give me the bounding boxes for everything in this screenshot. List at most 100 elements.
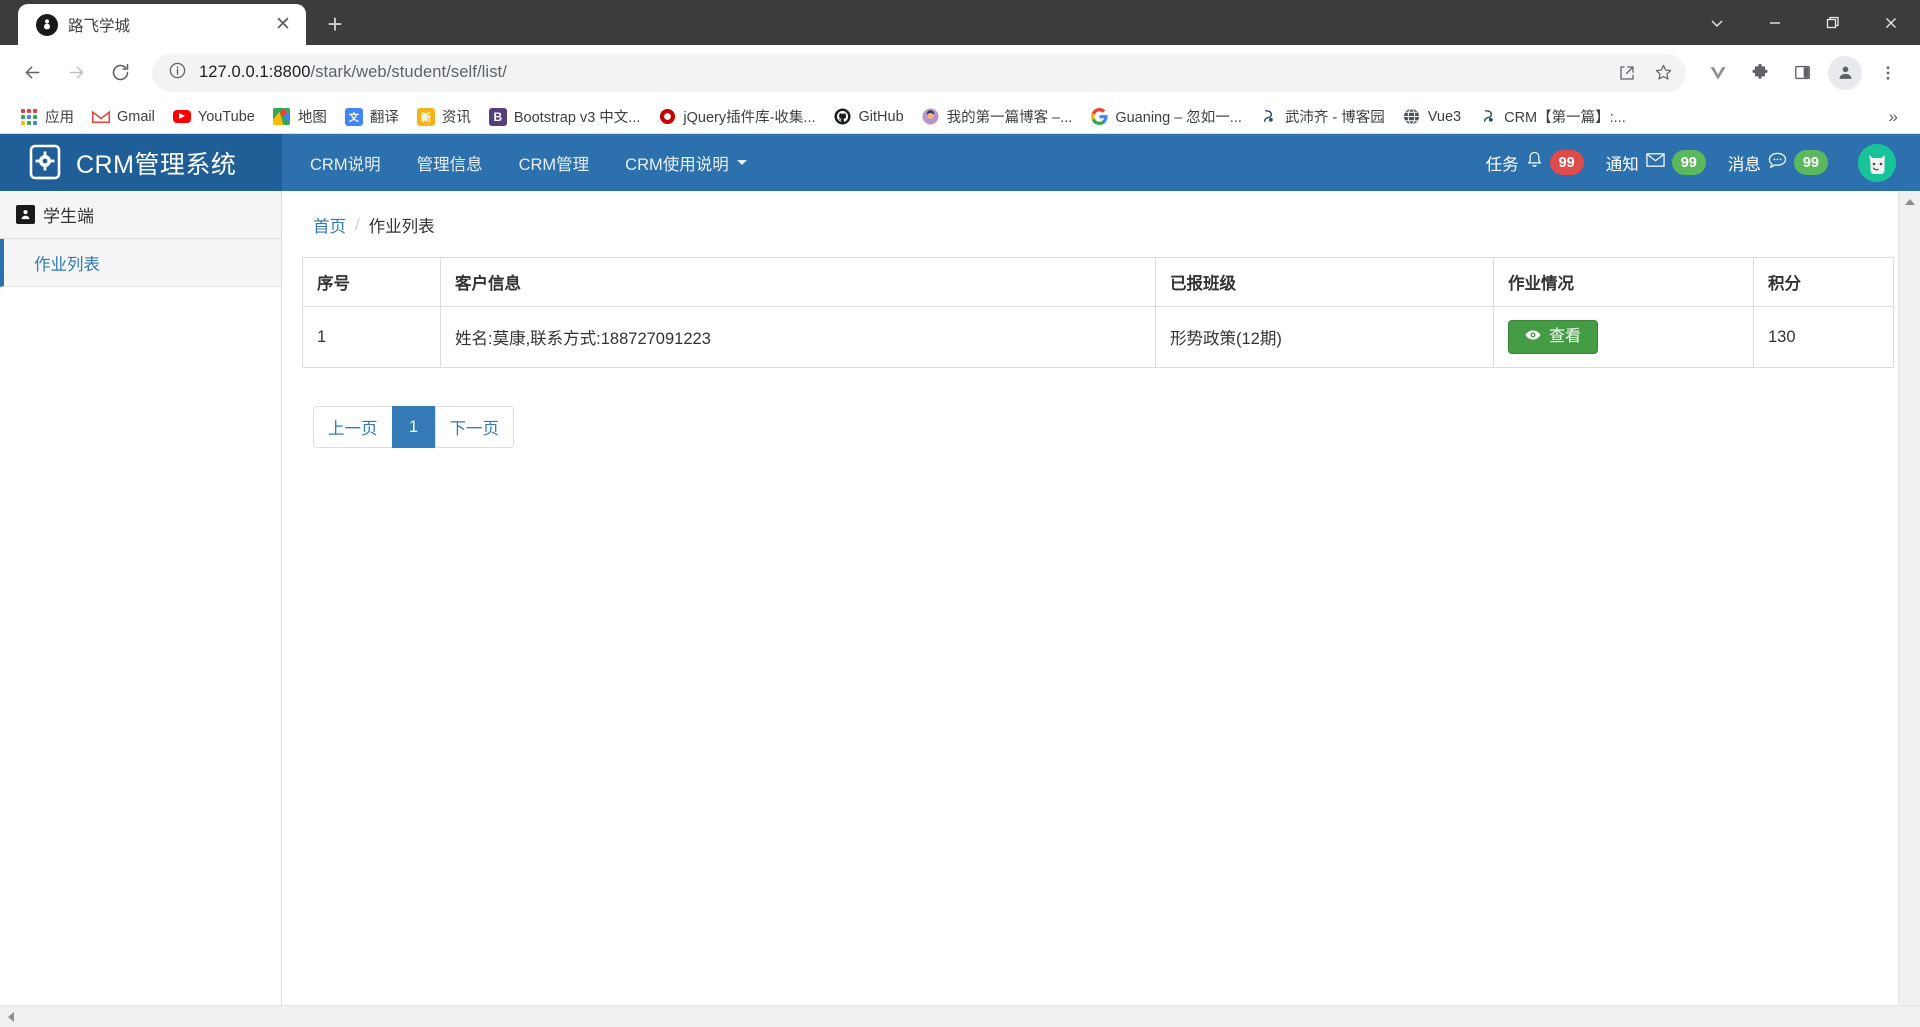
side-panel-icon[interactable] xyxy=(1782,53,1822,93)
bookmark-crm-article[interactable]: CRM【第一篇】:... xyxy=(1471,102,1634,131)
star-icon[interactable] xyxy=(1646,56,1680,90)
address-bar[interactable]: 127.0.0.1:8800/stark/web/student/self/li… xyxy=(152,53,1686,92)
brand-title: CRM管理系统 xyxy=(76,150,237,179)
bookmark-label: Gmail xyxy=(117,108,155,125)
nav-link-guanli-xinxi[interactable]: 管理信息 xyxy=(399,134,501,191)
new-tab-button[interactable]: + xyxy=(318,7,352,41)
bookmarks-overflow-icon[interactable]: » xyxy=(1879,107,1908,127)
pagination-page-1[interactable]: 1 xyxy=(391,406,436,448)
bookmark-youtube[interactable]: YouTube xyxy=(165,104,263,130)
puzzle-icon[interactable] xyxy=(1740,53,1780,93)
vue-devtools-icon[interactable] xyxy=(1698,53,1738,93)
gmail-icon xyxy=(92,108,110,126)
sidebar-item-homework-list[interactable]: 作业列表 xyxy=(0,239,281,287)
omnibox-actions xyxy=(1610,56,1680,90)
url-host: 127.0.0.1:8800 xyxy=(199,63,311,81)
page-viewport: CRM管理系统 CRM说明 管理信息 CRM管理 CRM使用说明 任务 99 通… xyxy=(0,134,1920,1027)
nav-link-crm-shiyong-shuoming[interactable]: CRM使用说明 xyxy=(607,134,765,191)
eye-icon xyxy=(1525,329,1541,345)
nav-link-label: CRM使用说明 xyxy=(625,155,729,174)
google-icon xyxy=(1090,108,1108,126)
bookmark-label: YouTube xyxy=(197,108,255,125)
bookmark-label: 应用 xyxy=(45,110,74,126)
bookmark-label: 我的第一篇博客 –... xyxy=(946,110,1073,126)
close-window-icon[interactable] xyxy=(1862,0,1920,45)
bookmark-bootstrap[interactable]: B Bootstrap v3 中文... xyxy=(481,102,649,131)
scroll-up-arrow-icon[interactable] xyxy=(1904,191,1915,213)
nav-link-label: CRM管理 xyxy=(518,155,590,174)
pagination: 上一页 1 下一页 xyxy=(313,406,1894,448)
table-head: 序号 客户信息 已报班级 作业情况 积分 xyxy=(302,257,1894,307)
minimize-icon[interactable] xyxy=(1746,0,1804,45)
nav-stat-notifications[interactable]: 通知 99 xyxy=(1606,150,1706,175)
page-body: 学生端 作业列表 首页 / 作业列表 序号 客户信息 已报班级 作业情况 积分 … xyxy=(0,191,1920,1005)
tab-strip: 路飞学城 ✕ + xyxy=(0,0,1920,45)
forward-arrow-icon xyxy=(56,53,96,93)
column-header-customer: 客户信息 xyxy=(440,257,1156,307)
maximize-icon[interactable] xyxy=(1804,0,1862,45)
close-icon[interactable]: ✕ xyxy=(270,12,296,38)
cell-customer: 姓名:莫康,联系方式:188727091223 xyxy=(440,306,1156,368)
bookmark-vue3[interactable]: Vue3 xyxy=(1395,104,1469,130)
nav-stat-messages[interactable]: 消息 99 xyxy=(1728,150,1828,175)
breadcrumb-home[interactable]: 首页 xyxy=(313,213,346,237)
breadcrumb-separator: / xyxy=(355,215,360,234)
view-button[interactable]: 查看 xyxy=(1508,320,1599,354)
bookmark-jquery[interactable]: jQuery插件库-收集... xyxy=(650,102,823,131)
back-arrow-icon[interactable] xyxy=(12,53,52,93)
horizontal-scrollbar[interactable] xyxy=(0,1005,1920,1027)
bookmark-news[interactable]: 新 资讯 xyxy=(409,102,479,131)
brand-area[interactable]: CRM管理系统 xyxy=(0,134,282,191)
profile-avatar-icon[interactable] xyxy=(1828,55,1862,90)
vertical-scrollbar[interactable] xyxy=(1898,191,1920,1005)
table-row: 1 姓名:莫康,联系方式:188727091223 形势政策(12期) 查看 1… xyxy=(302,306,1894,368)
status-badge: 99 xyxy=(1671,150,1706,175)
bookmark-label: Vue3 xyxy=(1427,108,1462,125)
cell-points: 130 xyxy=(1753,306,1894,368)
bookmark-maps[interactable]: 地图 xyxy=(265,102,335,131)
bookmark-guaning[interactable]: Guaning – 忽如一... xyxy=(1082,102,1250,131)
bookmark-label: 地图 xyxy=(297,110,327,126)
breadcrumb-current: 作业列表 xyxy=(368,218,435,236)
bookmark-wupeiqi-cnblogs[interactable]: 武沛齐 - 博客园 xyxy=(1252,102,1393,131)
bookmark-gmail[interactable]: Gmail xyxy=(84,104,163,130)
share-icon[interactable] xyxy=(1610,56,1644,90)
bookmark-translate[interactable]: 文 翻译 xyxy=(337,102,407,131)
toolbar-right-icons xyxy=(1698,53,1908,93)
avatar[interactable] xyxy=(1858,143,1896,182)
cell-homework: 查看 xyxy=(1493,306,1754,368)
pagination-next[interactable]: 下一页 xyxy=(434,406,514,448)
three-dot-menu-icon[interactable] xyxy=(1868,53,1908,93)
pagination-prev[interactable]: 上一页 xyxy=(313,406,393,448)
navbar-right: 任务 99 通知 99 消息 99 xyxy=(1486,134,1920,191)
url-text: 127.0.0.1:8800/stark/web/student/self/li… xyxy=(199,63,1598,82)
google-maps-icon xyxy=(273,108,291,126)
sidebar-item-label: 作业列表 xyxy=(34,255,100,274)
reload-icon[interactable] xyxy=(100,53,140,93)
google-news-icon: 新 xyxy=(416,107,435,126)
tab-search-icon[interactable] xyxy=(1688,0,1746,45)
gear-tablet-icon xyxy=(26,143,64,183)
column-header-points: 积分 xyxy=(1753,257,1894,307)
bookmark-apps[interactable]: 应用 xyxy=(12,102,82,131)
nav-stat-label: 任务 xyxy=(1485,155,1519,174)
nav-link-crm-guanli[interactable]: CRM管理 xyxy=(501,134,608,191)
browser-tab[interactable]: 路飞学城 ✕ xyxy=(18,4,306,45)
view-button-label: 查看 xyxy=(1549,328,1582,345)
youtube-icon xyxy=(172,108,191,126)
status-badge: 99 xyxy=(1549,150,1584,175)
github-icon xyxy=(834,108,852,126)
nav-link-crm-shuoming[interactable]: CRM说明 xyxy=(292,134,399,191)
nav-stat-label: 消息 xyxy=(1727,155,1761,174)
scroll-left-arrow-icon[interactable] xyxy=(0,1011,22,1022)
nav-stat-tasks[interactable]: 任务 99 xyxy=(1486,150,1584,175)
jquery-icon xyxy=(658,108,676,126)
main-content: 首页 / 作业列表 序号 客户信息 已报班级 作业情况 积分 1 姓名:莫康,联… xyxy=(282,191,1920,1005)
apps-grid-icon xyxy=(20,108,38,126)
bookmarks-bar: 应用 Gmail YouTube 地图 文 翻译 新 资讯 B Bootstra… xyxy=(0,100,1920,134)
site-info-icon[interactable] xyxy=(168,61,187,85)
bookmark-label: jQuery插件库-收集... xyxy=(683,110,816,126)
bookmark-github[interactable]: GitHub xyxy=(826,104,912,130)
homework-table: 序号 客户信息 已报班级 作业情况 积分 1 姓名:莫康,联系方式:188727… xyxy=(302,257,1894,368)
bookmark-my-first-blog[interactable]: 我的第一篇博客 –... xyxy=(914,102,1081,131)
